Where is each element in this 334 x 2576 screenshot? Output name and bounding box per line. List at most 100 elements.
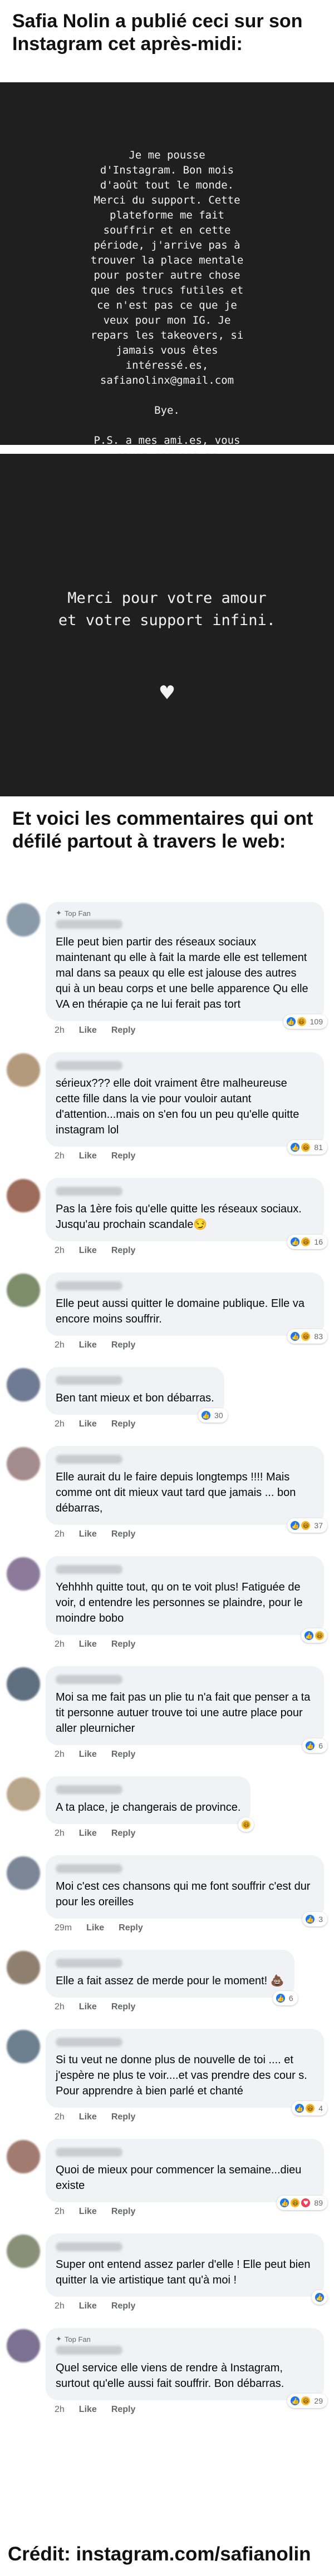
like-link[interactable]: Like	[79, 1639, 97, 1649]
avatar[interactable]	[7, 1053, 40, 1087]
comment-timestamp[interactable]: 2h	[55, 1639, 65, 1649]
comment-timestamp[interactable]: 2h	[55, 2002, 65, 2012]
like-link[interactable]: Like	[79, 1419, 97, 1429]
commenter-name-redacted[interactable]	[56, 920, 122, 929]
commenter-name-redacted[interactable]	[56, 1187, 122, 1196]
like-link[interactable]: Like	[79, 1026, 97, 1036]
comment-timestamp[interactable]: 2h	[55, 1750, 65, 1760]
like-link[interactable]: Like	[79, 2112, 97, 2122]
commenter-name-redacted[interactable]	[56, 2148, 122, 2157]
like-link[interactable]: Like	[86, 1923, 104, 1933]
reply-link[interactable]: Reply	[111, 1246, 136, 1256]
reply-link[interactable]: Reply	[111, 1419, 136, 1429]
avatar[interactable]	[7, 1368, 40, 1401]
avatar[interactable]	[7, 1667, 40, 1701]
avatar[interactable]	[7, 1557, 40, 1591]
avatar[interactable]	[7, 2140, 40, 2173]
reaction-summary[interactable]: 👍 😆 4	[292, 2101, 327, 2116]
reaction-summary[interactable]: 👍 3	[302, 1912, 327, 1926]
reaction-summary[interactable]: 👍 6	[302, 1738, 327, 1753]
reaction-count: 109	[310, 1017, 323, 1026]
reply-link[interactable]: Reply	[111, 2112, 136, 2122]
commenter-name-redacted[interactable]	[56, 1785, 122, 1794]
comment-timestamp[interactable]: 2h	[55, 1151, 65, 1161]
reaction-summary[interactable]: 👍 😆 16	[287, 1235, 327, 1249]
reaction-summary[interactable]: 👍 30	[198, 1408, 228, 1423]
avatar[interactable]	[7, 2235, 40, 2268]
commenter-name-redacted[interactable]	[56, 1455, 122, 1464]
reply-link[interactable]: Reply	[111, 1750, 136, 1760]
like-link[interactable]: Like	[79, 2301, 97, 2311]
comment-timestamp[interactable]: 2h	[55, 2207, 65, 2217]
like-link[interactable]: Like	[79, 2207, 97, 2217]
reaction-summary[interactable]: 👍 😆 37	[287, 1518, 327, 1533]
comment-timestamp[interactable]: 2h	[55, 1026, 65, 1036]
avatar[interactable]	[7, 1951, 40, 1984]
comment-timestamp[interactable]: 2h	[55, 1829, 65, 1839]
commenter-name-redacted[interactable]	[56, 2346, 122, 2355]
reaction-summary[interactable]: 👍 😆 109	[283, 1014, 327, 1029]
commenter-name-redacted[interactable]	[56, 1281, 122, 1290]
comment-timestamp[interactable]: 2h	[55, 2112, 65, 2122]
like-link[interactable]: Like	[79, 1246, 97, 1256]
reaction-summary[interactable]: 👍 😆 83	[287, 1329, 327, 1344]
comment-timestamp[interactable]: 2h	[55, 2405, 65, 2415]
reaction-summary[interactable]: 👍 😆 ♥ 89	[277, 2196, 327, 2210]
like-link[interactable]: Like	[79, 1529, 97, 1539]
reply-link[interactable]: Reply	[111, 1151, 136, 1161]
reaction-summary[interactable]: 👍 6	[272, 1991, 298, 2005]
comment-timestamp[interactable]: 2h	[55, 2301, 65, 2311]
comment-timestamp[interactable]: 2h	[55, 1246, 65, 1256]
avatar[interactable]	[7, 2030, 40, 2063]
comment-timestamp[interactable]: 2h	[55, 1340, 65, 1350]
reply-link[interactable]: Reply	[111, 1829, 136, 1839]
like-link[interactable]: Like	[79, 2405, 97, 2415]
reply-link[interactable]: Reply	[111, 1026, 136, 1036]
reply-link[interactable]: Reply	[111, 2207, 136, 2217]
reply-link[interactable]: Reply	[111, 2405, 136, 2415]
comment-meta: 2h Like Reply	[46, 1419, 224, 1429]
reaction-summary[interactable]: 😆	[238, 1817, 254, 1832]
commenter-name-redacted[interactable]	[56, 1376, 122, 1385]
commenter-name-redacted[interactable]	[56, 1675, 122, 1684]
comment-bubble: Moi c'est ces chansons qui me font souff…	[46, 1855, 327, 1926]
reaction-summary[interactable]: 👍 😆 29	[287, 2394, 327, 2408]
commenter-name-redacted[interactable]	[56, 1565, 122, 1574]
like-reaction-icon: 👍	[314, 2292, 325, 2303]
like-link[interactable]: Like	[79, 2002, 97, 2012]
avatar[interactable]	[7, 1179, 40, 1212]
like-reaction-icon: 👍	[294, 2103, 306, 2114]
comment-body: Ben tant mieux et bon débarras. 👍 30 2h Like…	[46, 1367, 228, 1429]
like-link[interactable]: Like	[79, 1151, 97, 1161]
reply-link[interactable]: Reply	[119, 1923, 143, 1933]
comment-text: Moi c'est ces chansons qui me font souff…	[56, 1880, 311, 1908]
reply-link[interactable]: Reply	[111, 1639, 136, 1649]
like-link[interactable]: Like	[79, 1750, 97, 1760]
like-reaction-icon: 👍	[289, 1236, 301, 1247]
reaction-summary[interactable]: 👍	[312, 2290, 327, 2305]
like-reaction-icon: 👍	[304, 1914, 316, 1925]
like-link[interactable]: Like	[79, 1829, 97, 1839]
commenter-name-redacted[interactable]	[56, 2038, 122, 2047]
commenter-name-redacted[interactable]	[56, 1864, 122, 1873]
avatar[interactable]	[7, 1447, 40, 1480]
commenter-name-redacted[interactable]	[56, 1959, 122, 1968]
reply-link[interactable]: Reply	[111, 2002, 136, 2012]
reply-link[interactable]: Reply	[111, 1340, 136, 1350]
like-link[interactable]: Like	[79, 1340, 97, 1350]
reply-link[interactable]: Reply	[111, 1529, 136, 1539]
reply-link[interactable]: Reply	[111, 2301, 136, 2311]
avatar[interactable]	[7, 903, 40, 937]
story-2-text: Merci pour votre amour et votre support …	[58, 589, 276, 629]
commenter-name-redacted[interactable]	[56, 2242, 122, 2251]
comment-timestamp[interactable]: 29m	[55, 1923, 72, 1933]
reaction-summary[interactable]: 👍 😆	[301, 1628, 327, 1643]
avatar[interactable]	[7, 1777, 40, 1811]
reaction-summary[interactable]: 👍 😆 81	[287, 1140, 327, 1155]
comment-timestamp[interactable]: 2h	[55, 1529, 65, 1539]
avatar[interactable]	[7, 1274, 40, 1307]
comment-timestamp[interactable]: 2h	[55, 1419, 65, 1429]
avatar[interactable]	[7, 1856, 40, 1890]
avatar[interactable]	[7, 2329, 40, 2362]
commenter-name-redacted[interactable]	[56, 1061, 122, 1070]
